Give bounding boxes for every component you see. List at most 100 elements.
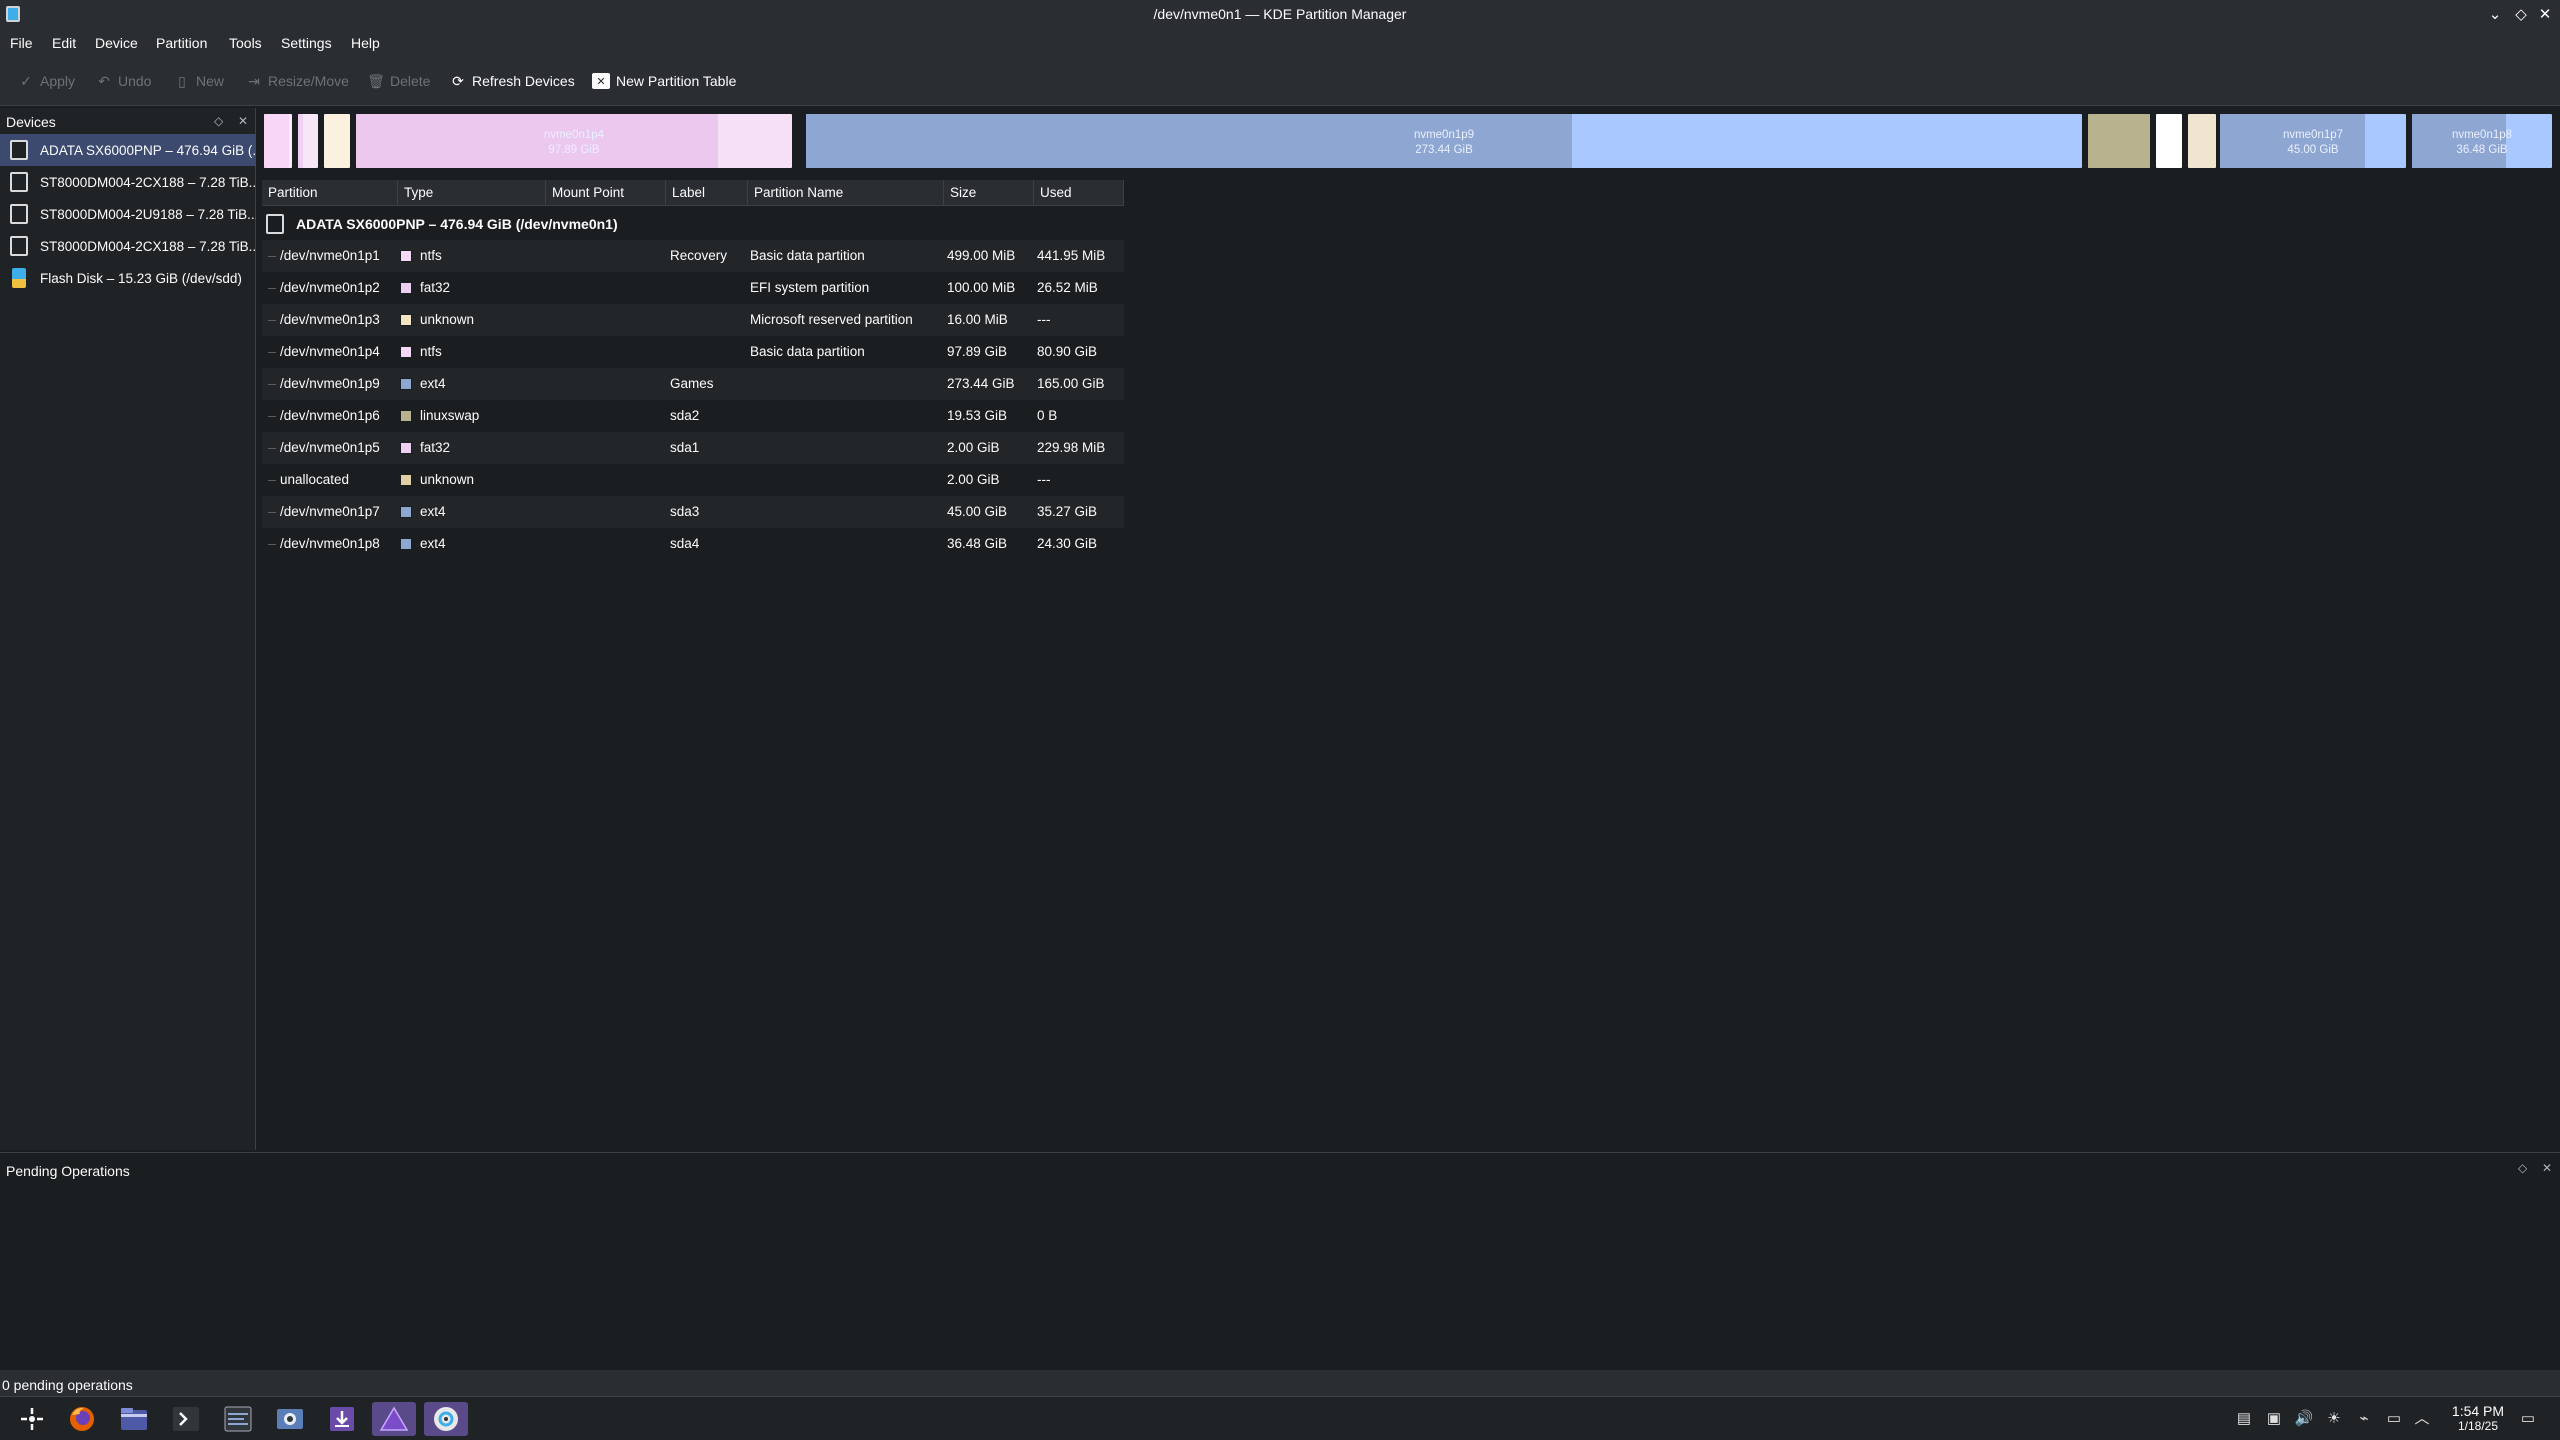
cell-used: --- (1037, 472, 1051, 487)
brightness-icon[interactable]: ☀ (2324, 1409, 2344, 1429)
disk-icon (10, 204, 28, 224)
file-manager-icon[interactable] (112, 1402, 156, 1436)
clear-table-icon: ✕ (592, 73, 610, 89)
table-row[interactable]: /dev/nvme0n1p3 unknown Microsoft reserved … (262, 304, 1124, 336)
minimize-icon[interactable]: ⌄ (2484, 4, 2506, 26)
partition-segment[interactable] (262, 112, 294, 170)
storage-icon[interactable]: ▣ (2264, 1409, 2284, 1429)
column-header-partition-name[interactable]: Partition Name (748, 180, 944, 206)
cell-used: 35.27 GiB (1037, 504, 1098, 519)
terminal-icon[interactable] (164, 1402, 208, 1436)
close-panel-icon[interactable]: ✕ (2542, 1161, 2552, 1175)
cell-partition: unallocated (280, 472, 350, 487)
cell-partition: /dev/nvme0n1p5 (280, 440, 380, 455)
device-item[interactable]: ADATA SX6000PNP – 476.94 GiB (... (0, 134, 256, 166)
partition-segment[interactable]: nvme0n1p4 97.89 GiB (354, 112, 794, 170)
segment-label-text: 36.48 GiB (2456, 144, 2508, 156)
table-row[interactable]: /dev/nvme0n1p7 ext4 sda3 45.00 GiB 35.27 GiB (262, 496, 1124, 528)
column-header-type[interactable]: Type (398, 180, 546, 206)
firefox-icon[interactable] (60, 1402, 104, 1436)
taskbar: ▤ ▣ 🔊 ☀ ⌁ ▭ ︿ 1:54 PM 1/18/25 ▭ (0, 1396, 2560, 1440)
tray-expand-icon[interactable]: ︿ (2412, 1409, 2432, 1429)
cell-used: 80.90 GiB (1037, 344, 1098, 359)
cell-size: 45.00 GiB (947, 504, 1008, 519)
checkmark-icon: ✓ (20, 72, 32, 89)
menu-edit[interactable]: Edit (52, 35, 76, 51)
disk-icon (10, 236, 28, 256)
refresh-devices-button[interactable]: ⟳ Refresh Devices (450, 69, 575, 93)
filesystem-color-swatch (400, 442, 412, 454)
tree-connector (268, 544, 276, 545)
partition-segment[interactable] (2154, 112, 2184, 170)
table-row[interactable]: /dev/nvme0n1p9 ext4 Games 273.44 GiB 165.00 … (262, 368, 1124, 400)
menu-device[interactable]: Device (95, 35, 138, 51)
display-icon[interactable]: ▭ (2384, 1409, 2404, 1429)
system-monitor-icon[interactable] (216, 1402, 260, 1436)
partition-manager-icon[interactable] (372, 1402, 416, 1436)
downloader-icon[interactable] (320, 1402, 364, 1436)
new-label: New (196, 73, 225, 89)
column-header-size[interactable]: Size (944, 180, 1034, 206)
cell-partition-name: Microsoft reserved partition (750, 312, 913, 327)
window-title: /dev/nvme0n1 — KDE Partition Manager (1153, 6, 1407, 22)
menu-help[interactable]: Help (351, 35, 380, 51)
table-row[interactable]: unallocated unknown 2.00 GiB --- (262, 464, 1124, 496)
disk-tool-icon[interactable] (424, 1402, 468, 1436)
menu-partition[interactable]: Partition (156, 35, 207, 51)
menu-settings[interactable]: Settings (281, 35, 332, 51)
table-row[interactable]: /dev/nvme0n1p4 ntfs Basic data partition 97… (262, 336, 1124, 368)
partition-segment[interactable]: nvme0n1p9 273.44 GiB (804, 112, 2084, 170)
device-tree-row[interactable]: ADATA SX6000PNP – 476.94 GiB (/dev/nvme0… (262, 208, 1124, 240)
float-panel-icon[interactable]: ◇ (214, 114, 223, 128)
column-header-used[interactable]: Used (1034, 180, 1124, 206)
menu-file[interactable]: File (10, 35, 33, 51)
apply-button[interactable]: ✓ Apply (18, 69, 75, 93)
delete-button[interactable]: 🗑 Delete (367, 69, 431, 93)
segment-label-text: 273.44 GiB (1415, 144, 1473, 156)
partition-segment[interactable]: nvme0n1p7 45.00 GiB (2218, 112, 2408, 170)
partition-segment[interactable] (296, 112, 320, 170)
cell-size: 16.00 MiB (947, 312, 1008, 327)
table-row[interactable]: /dev/nvme0n1p8 ext4 sda4 36.48 GiB 24.30 GiB (262, 528, 1124, 560)
device-item[interactable]: Flash Disk – 15.23 GiB (/dev/sdd) (0, 262, 256, 294)
table-row[interactable]: /dev/nvme0n1p1 ntfs Recovery Basic data par… (262, 240, 1124, 272)
app-launcher-icon[interactable] (10, 1402, 54, 1436)
partition-segment[interactable]: nvme0n1p8 36.48 GiB (2410, 112, 2554, 170)
volume-icon[interactable]: 🔊 (2294, 1409, 2314, 1429)
resize-move-button[interactable]: ⇥ Resize/Move (246, 69, 349, 93)
close-panel-icon[interactable]: ✕ (238, 114, 248, 128)
table-row[interactable]: /dev/nvme0n1p2 fat32 EFI system partition 1… (262, 272, 1124, 304)
show-desktop-icon[interactable]: ▭ (2518, 1409, 2538, 1429)
cell-label: sda1 (670, 440, 700, 455)
new-button[interactable]: ▯ New (174, 69, 224, 93)
cell-type: fat32 (420, 280, 451, 295)
clipboard-icon[interactable]: ▤ (2234, 1409, 2254, 1429)
column-header-mount-point[interactable]: Mount Point (546, 180, 666, 206)
new-partition-table-button[interactable]: ✕ New Partition Table (592, 69, 736, 93)
cell-size: 2.00 GiB (947, 472, 1000, 487)
float-panel-icon[interactable]: ◇ (2518, 1161, 2527, 1175)
partition-segment[interactable] (2086, 112, 2152, 170)
cell-partition-name: EFI system partition (750, 280, 870, 295)
usb-icon[interactable]: ⌁ (2354, 1409, 2374, 1429)
menu-tools[interactable]: Tools (229, 35, 262, 51)
cell-type: ext4 (420, 504, 446, 519)
column-header-partition[interactable]: Partition (262, 180, 398, 206)
maximize-icon[interactable]: ◇ (2510, 4, 2532, 26)
undo-button[interactable]: ↶ Undo (96, 69, 151, 93)
device-item[interactable]: ST8000DM004-2U9188 – 7.28 TiB... (0, 198, 256, 230)
partition-segment[interactable] (322, 112, 352, 170)
screenshot-icon[interactable] (268, 1402, 312, 1436)
segment-label-text: nvme0n1p4 (543, 129, 605, 141)
device-item[interactable]: ST8000DM004-2CX188 – 7.28 TiB... (0, 230, 256, 262)
cell-partition: /dev/nvme0n1p4 (280, 344, 380, 359)
delete-label: Delete (390, 73, 431, 89)
clock[interactable]: 1:54 PM 1/18/25 (2438, 1403, 2518, 1433)
device-item[interactable]: ST8000DM004-2CX188 – 7.28 TiB... (0, 166, 256, 198)
partition-segment[interactable] (2186, 112, 2218, 170)
column-header-label[interactable]: Label (666, 180, 748, 206)
cell-type: fat32 (420, 440, 451, 455)
table-row[interactable]: /dev/nvme0n1p5 fat32 sda1 2.00 GiB 229.98 Mi… (262, 432, 1124, 464)
table-row[interactable]: /dev/nvme0n1p6 linuxswap sda2 19.53 GiB 0 B (262, 400, 1124, 432)
close-icon[interactable]: ✕ (2534, 4, 2556, 26)
